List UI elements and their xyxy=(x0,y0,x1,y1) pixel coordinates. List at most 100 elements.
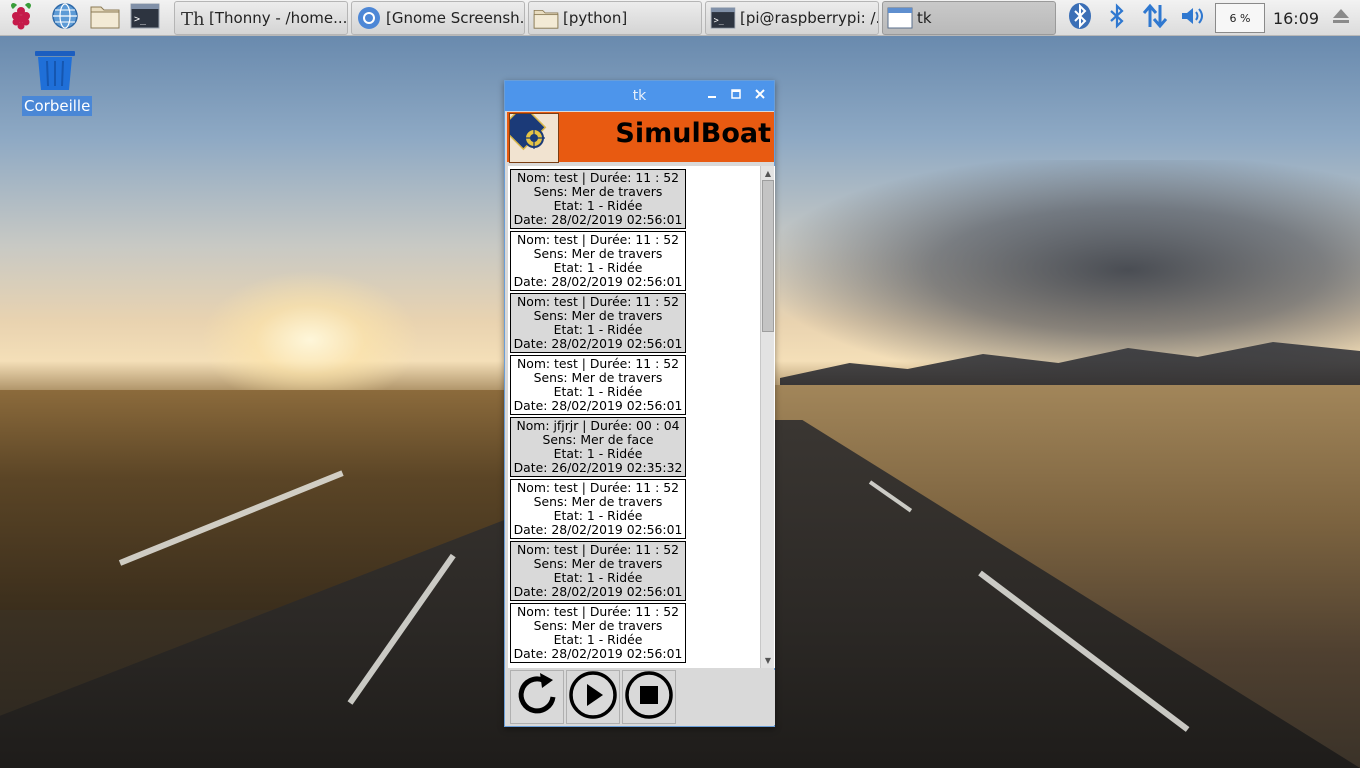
task-label: [Gnome Screensh... xyxy=(386,9,525,27)
app-title: SimulBoat xyxy=(615,118,771,149)
task-label: tk xyxy=(917,9,932,27)
session-entry[interactable]: Nom: test | Durée: 11 : 52 Sens: Mer de … xyxy=(510,355,686,415)
vertical-scrollbar[interactable]: ▲ ▼ xyxy=(760,166,774,668)
terminal-icon: >_ xyxy=(130,3,160,33)
file-manager-button[interactable] xyxy=(90,3,120,33)
taskbar: >_ Th [Thonny - /home... [Gnome Screensh… xyxy=(0,0,1360,36)
desktop-icon-trash[interactable]: Corbeille xyxy=(22,48,93,116)
maximize-button[interactable] xyxy=(728,88,744,104)
task-tk[interactable]: tk xyxy=(882,1,1056,35)
terminal-icon: >_ xyxy=(710,5,736,31)
raspberry-icon xyxy=(8,2,34,34)
entry-name-duration: Nom: test | Durée: 11 : 52 xyxy=(516,356,680,371)
refresh-icon xyxy=(513,671,561,723)
entry-direction: Sens: Mer de travers xyxy=(533,494,663,509)
entry-name-duration: Nom: test | Durée: 11 : 52 xyxy=(516,604,680,619)
cpu-monitor[interactable]: 6 % xyxy=(1215,3,1265,33)
volume-applet[interactable] xyxy=(1178,3,1208,33)
entry-state: Etat: 1 - Ridée xyxy=(553,198,643,213)
close-button[interactable] xyxy=(752,88,768,104)
wallpaper-sun xyxy=(200,270,420,410)
task-terminal[interactable]: >_ [pi@raspberrypi: /... xyxy=(705,1,879,35)
clock[interactable]: 16:09 xyxy=(1271,0,1321,36)
play-button[interactable] xyxy=(566,670,620,724)
entry-date: Date: 26/02/2019 02:35:32 xyxy=(513,460,683,475)
trash-icon xyxy=(22,48,88,94)
refresh-button[interactable] xyxy=(510,670,564,724)
desktop-icon-label: Corbeille xyxy=(22,96,93,116)
tk-window: tk SimulBoat Nom: test | Durée: 11: 52 … xyxy=(500,80,775,727)
minimize-icon xyxy=(706,88,718,104)
thonny-icon: Th xyxy=(179,5,205,31)
raspberry-menu-button[interactable] xyxy=(6,3,36,33)
app-banner: SimulBoat xyxy=(500,104,774,164)
session-entry[interactable]: Nom: test | Durée: 11 : 52 Sens: Mer de … xyxy=(510,293,686,353)
scroll-down-arrow-icon[interactable]: ▼ xyxy=(762,654,774,666)
entry-state: Etat: 1 - Ridée xyxy=(553,632,643,647)
entry-name-duration: Nom: test | Durée: 11 : 52 xyxy=(516,232,680,247)
chromium-icon xyxy=(356,5,382,31)
session-list-viewport: Nom: test | Durée: 11 : 52 Sens: Mer de … xyxy=(508,166,760,668)
entry-name-duration: Nom: test | Durée: 11 : 52 xyxy=(516,170,680,185)
maximize-icon xyxy=(730,88,742,104)
session-entry[interactable]: Nom: jfjrjr | Durée: 00 : 04 Sens: Mer d… xyxy=(510,417,686,477)
entry-name-duration: Nom: test | Durée: 11 : 52 xyxy=(516,480,680,495)
scroll-up-arrow-icon[interactable]: ▲ xyxy=(762,167,774,179)
bluetooth-applet[interactable] xyxy=(1066,3,1094,33)
session-entry[interactable]: Nom: test | Durée: 11 : 52 Sens: Mer de … xyxy=(510,231,686,291)
stop-icon xyxy=(624,670,674,724)
entry-date: Date: 28/02/2019 02:56:01 xyxy=(513,584,683,599)
clock-label: 16:09 xyxy=(1272,8,1320,28)
entry-direction: Sens: Mer de travers xyxy=(533,308,663,323)
svg-text:Th: Th xyxy=(181,9,204,30)
entry-date: Date: 28/02/2019 02:56:01 xyxy=(513,336,683,351)
scrollbar-thumb[interactable] xyxy=(762,180,774,332)
task-thonny[interactable]: Th [Thonny - /home... xyxy=(174,1,348,35)
session-entry[interactable]: Nom: test | Durée: 11 : 52 Sens: Mer de … xyxy=(510,479,686,539)
control-bar xyxy=(508,670,775,725)
bluetooth-status[interactable] xyxy=(1104,3,1130,33)
svg-text:>_: >_ xyxy=(134,14,147,25)
globe-icon xyxy=(51,2,79,34)
bluetooth-circle-icon xyxy=(1067,2,1093,34)
play-icon xyxy=(568,670,618,724)
session-entry[interactable]: Nom: test | Durée: 11 : 52 Sens: Mer de … xyxy=(510,169,686,229)
network-arrows-icon xyxy=(1141,2,1169,34)
task-label: [Thonny - /home... xyxy=(209,9,348,27)
web-browser-button[interactable] xyxy=(50,3,80,33)
minimize-button[interactable] xyxy=(704,88,720,104)
cpu-usage-label: 6 % xyxy=(1229,11,1251,25)
session-list[interactable]: Nom: test | Durée: 11 : 52 Sens: Mer de … xyxy=(508,166,775,668)
network-applet[interactable] xyxy=(1140,3,1170,33)
folder-icon xyxy=(90,3,120,33)
volume-icon xyxy=(1179,4,1207,32)
entry-state: Etat: 1 - Ridée xyxy=(553,384,643,399)
close-icon xyxy=(754,88,766,104)
entry-state: Etat: 1 - Ridée xyxy=(553,508,643,523)
entry-direction: Sens: Mer de travers xyxy=(533,246,663,261)
entry-direction: Sens: Mer de travers xyxy=(533,556,663,571)
task-label: [pi@raspberrypi: /... xyxy=(740,9,879,27)
task-chromium[interactable]: [Gnome Screensh... xyxy=(351,1,525,35)
task-python-folder[interactable]: [python] xyxy=(528,1,702,35)
stop-button[interactable] xyxy=(622,670,676,724)
session-entry[interactable]: Nom: test | Durée: 11 : 52 Sens: Mer de … xyxy=(510,541,686,601)
terminal-button[interactable]: >_ xyxy=(130,3,160,33)
entry-state: Etat: 1 - Ridée xyxy=(553,260,643,275)
entry-date: Date: 28/02/2019 02:56:01 xyxy=(513,398,683,413)
eject-icon xyxy=(1330,5,1352,31)
window-icon xyxy=(887,5,913,31)
window-titlebar[interactable]: tk xyxy=(505,81,774,111)
entry-state: Etat: 1 - Ridée xyxy=(553,570,643,585)
entry-state: Etat: 1 - Ridée xyxy=(553,322,643,337)
entry-date: Date: 28/02/2019 02:56:01 xyxy=(513,212,683,227)
entry-date: Date: 28/02/2019 02:56:01 xyxy=(513,646,683,661)
entry-direction: Sens: Mer de face xyxy=(542,432,654,447)
eject-applet[interactable] xyxy=(1328,3,1354,33)
bluetooth-icon xyxy=(1108,3,1126,33)
folder-icon xyxy=(533,5,559,31)
entry-direction: Sens: Mer de travers xyxy=(533,370,663,385)
session-entry[interactable]: Nom: test | Durée: 11 : 52 Sens: Mer de … xyxy=(510,603,686,663)
entry-state: Etat: 1 - Ridée xyxy=(553,446,643,461)
entry-name-duration: Nom: jfjrjr | Durée: 00 : 04 xyxy=(516,418,680,433)
